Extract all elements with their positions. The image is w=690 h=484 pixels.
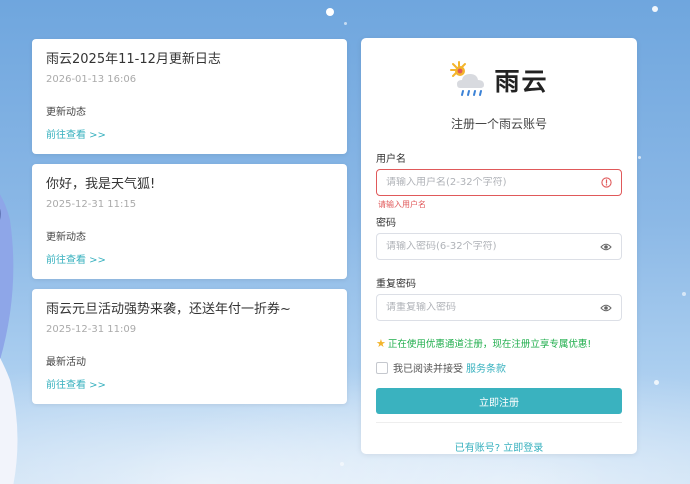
terms-of-service-link[interactable]: 服务条款 [466,360,506,375]
news-card[interactable]: 你好，我是天气狐! 2025-12-31 11:15 更新动态 前往查看 >> [32,164,347,279]
news-category: 最新活动 [46,357,86,368]
news-date: 2025-12-31 11:09 [46,324,137,335]
news-view-link[interactable]: 前往查看 >> [46,126,106,141]
snowflake [344,22,347,25]
snowflake [682,292,686,296]
confirm-password-input[interactable] [386,302,600,313]
weather-cloud-rain-icon [450,61,485,96]
news-date: 2025-12-31 11:15 [46,199,137,210]
password-input[interactable] [386,241,600,252]
username-field[interactable] [376,169,622,196]
news-card[interactable]: 雨云元旦活动强势来袭，还送年付一折券~ 2025-12-31 11:09 最新活… [32,289,347,404]
username-input[interactable] [386,177,600,188]
snowflake [326,8,334,16]
news-category: 更新动态 [46,232,86,243]
news-card[interactable]: 雨云2025年11-12月更新日志 2026-01-13 16:06 更新动态 … [32,39,347,154]
snowflake [638,156,641,159]
terms-agreement: 我已阅读并接受 服务条款 [376,360,622,375]
password-label: 密码 [376,218,396,229]
snowflake [340,462,344,466]
news-title: 你好，我是天气狐! [46,177,156,192]
news-view-link[interactable]: 前往查看 >> [46,376,106,391]
register-subtitle: 注册一个雨云账号 [450,117,547,131]
password-field[interactable] [376,233,622,260]
snowflake [654,380,659,385]
divider [376,422,622,423]
news-date: 2026-01-13 16:06 [46,74,137,85]
register-card: 雨云 注册一个雨云账号 用户名 请输入用户名 密码 重复密码 [361,38,637,454]
promo-notice: ★ 正在使用优惠通道注册，现在注册立享专属优惠! [376,336,622,351]
news-title: 雨云2025年11-12月更新日志 [46,52,221,67]
username-label: 用户名 [376,154,406,165]
register-button[interactable]: 立即注册 [376,388,622,414]
star-icon: ★ [376,336,386,350]
error-icon [600,177,612,189]
brand-logo: 雨云 [376,60,622,100]
terms-agree-text: 我已阅读并接受 [393,364,463,375]
eye-icon[interactable] [600,241,612,253]
login-link[interactable]: 已有账号? 立即登录 [376,439,622,454]
confirm-password-field[interactable] [376,294,622,321]
confirm-password-label: 重复密码 [376,279,416,290]
snowflake [652,6,658,12]
news-title: 雨云元旦活动强势来袭，还送年付一折券~ [46,302,291,317]
news-category: 更新动态 [46,107,86,118]
brand-name: 雨云 [494,67,549,96]
news-list: 雨云2025年11-12月更新日志 2026-01-13 16:06 更新动态 … [32,39,347,414]
promo-text: 正在使用优惠通道注册，现在注册立享专属优惠! [387,339,592,350]
eye-icon[interactable] [600,302,612,314]
username-error-message: 请输入用户名 [378,200,426,209]
news-view-link[interactable]: 前往查看 >> [46,251,106,266]
terms-checkbox[interactable] [376,361,388,374]
